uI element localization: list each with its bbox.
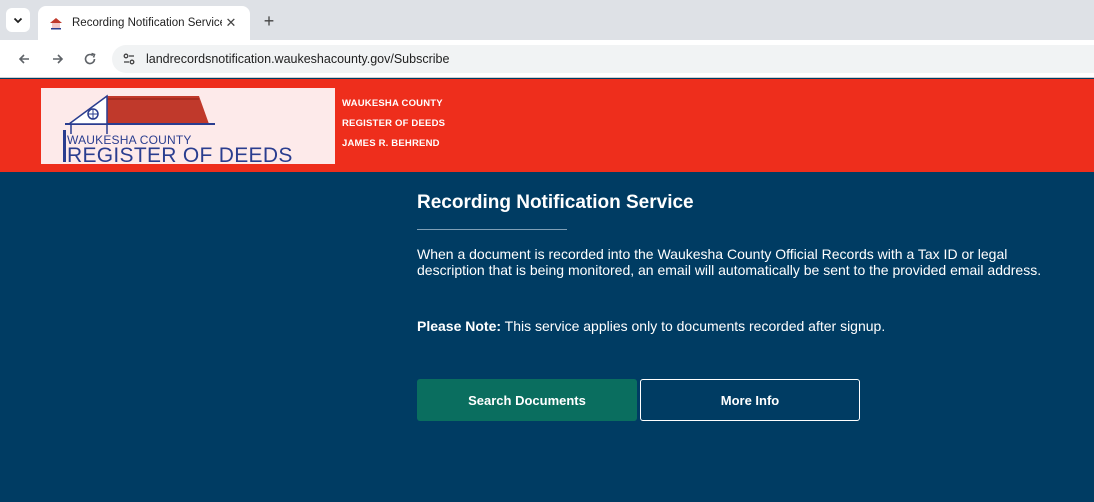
site-header: WAUKESHA COUNTY REGISTER OF DEEDS WAUKES… bbox=[0, 79, 1094, 172]
signup-note: Please Note: This service applies only t… bbox=[417, 318, 885, 334]
close-tab-icon[interactable]: ✕ bbox=[222, 14, 240, 32]
header-office: REGISTER OF DEEDS bbox=[342, 118, 446, 129]
tab-title: Recording Notification Service bbox=[72, 17, 222, 29]
browser-toolbar: landrecordsnotification.waukeshacounty.g… bbox=[0, 40, 1094, 78]
site-settings-icon[interactable] bbox=[120, 50, 138, 68]
main-content: Recording Notification Service When a do… bbox=[0, 172, 1094, 502]
chevron-down-icon bbox=[13, 17, 23, 24]
tab-search-button[interactable] bbox=[6, 8, 30, 32]
logo-accent-bar bbox=[63, 130, 66, 162]
header-county: WAUKESHA COUNTY bbox=[342, 98, 443, 109]
address-bar[interactable]: landrecordsnotification.waukeshacounty.g… bbox=[112, 45, 1094, 73]
browser-tab-strip: Recording Notification Service ✕ + bbox=[0, 0, 1094, 40]
forward-arrow-icon bbox=[53, 54, 64, 64]
back-arrow-icon bbox=[18, 54, 29, 64]
back-button[interactable] bbox=[14, 49, 34, 69]
more-info-button[interactable]: More Info bbox=[640, 379, 860, 421]
logo-office-text: REGISTER OF DEEDS bbox=[67, 144, 293, 164]
header-office-info: WAUKESHA COUNTY REGISTER OF DEEDS JAMES … bbox=[342, 94, 445, 154]
reload-button[interactable] bbox=[80, 49, 100, 69]
house-favicon-icon bbox=[50, 18, 62, 30]
header-official: JAMES R. BEHREND bbox=[342, 138, 440, 149]
url-text: landrecordsnotification.waukeshacounty.g… bbox=[146, 52, 450, 66]
page-title: Recording Notification Service bbox=[417, 192, 694, 213]
forward-button[interactable] bbox=[48, 49, 68, 69]
search-documents-button[interactable]: Search Documents bbox=[417, 379, 637, 421]
reload-icon bbox=[84, 52, 96, 65]
service-description: When a document is recorded into the Wau… bbox=[417, 246, 1042, 278]
new-tab-icon[interactable]: + bbox=[258, 10, 280, 32]
house-roof-icon bbox=[65, 94, 215, 134]
title-divider bbox=[417, 229, 567, 230]
note-text: This service applies only to documents r… bbox=[501, 318, 886, 334]
register-of-deeds-logo[interactable]: WAUKESHA COUNTY REGISTER OF DEEDS bbox=[41, 88, 335, 164]
tab-recording-notification[interactable]: Recording Notification Service ✕ bbox=[38, 6, 250, 40]
note-label: Please Note: bbox=[417, 318, 502, 334]
